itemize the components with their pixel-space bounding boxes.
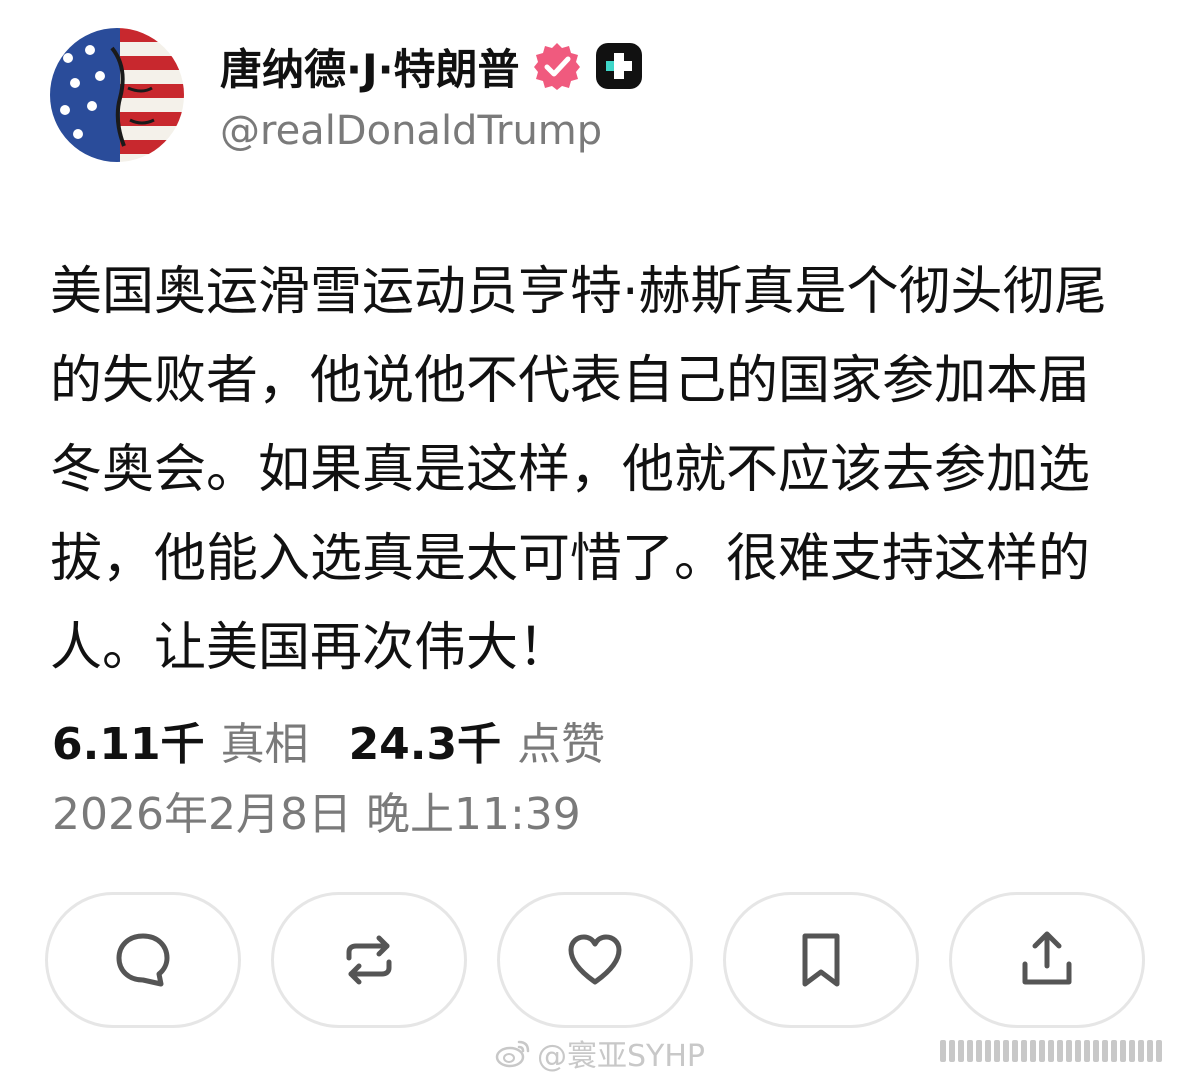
post-page: 唐纳德·J·特朗普 @realDonaldTrump 美国奥运滑雪运动员亨特·赫… [0,0,1188,1080]
post-timestamp: 2026年2月8日 晚上11:39 [52,789,581,840]
likes-label[interactable]: 点赞 [517,708,605,772]
author-handle[interactable]: @realDonaldTrump [220,108,602,154]
corner-lines-icon [940,1040,1162,1062]
author-display-name[interactable]: 唐纳德·J·特朗普 [220,36,520,97]
app-badge-icon [594,41,644,91]
verified-badge-icon [532,41,582,91]
watermark-text: @寰亚SYHP [537,1039,706,1074]
truths-label[interactable]: 真相 [221,708,309,772]
author-name-row: 唐纳德·J·特朗普 [220,38,644,94]
share-button[interactable] [949,892,1145,1028]
repost-icon [346,935,392,985]
avatar[interactable] [50,28,184,162]
reply-button[interactable] [45,892,241,1028]
weibo-icon [495,1040,530,1068]
action-bar [45,892,1145,1028]
post-stats: 6.11千 真相 24.3千 点赞 [52,710,605,770]
avatar-image [50,28,184,162]
retruth-button[interactable] [271,892,467,1028]
watermark: @寰亚SYHP [495,1028,705,1078]
comment-icon [116,933,170,987]
share-icon [1022,931,1072,985]
bookmark-button[interactable] [723,892,919,1028]
bookmark-icon [802,933,840,987]
truths-count[interactable]: 6.11千 [52,708,205,772]
post-text: 美国奥运滑雪运动员亨特·赫斯真是个彻头彻尾的失败者，他说他不代表自己的国家参加本… [50,262,1107,678]
likes-count[interactable]: 24.3千 [349,708,502,772]
like-button[interactable] [497,892,693,1028]
heart-icon [568,934,622,985]
